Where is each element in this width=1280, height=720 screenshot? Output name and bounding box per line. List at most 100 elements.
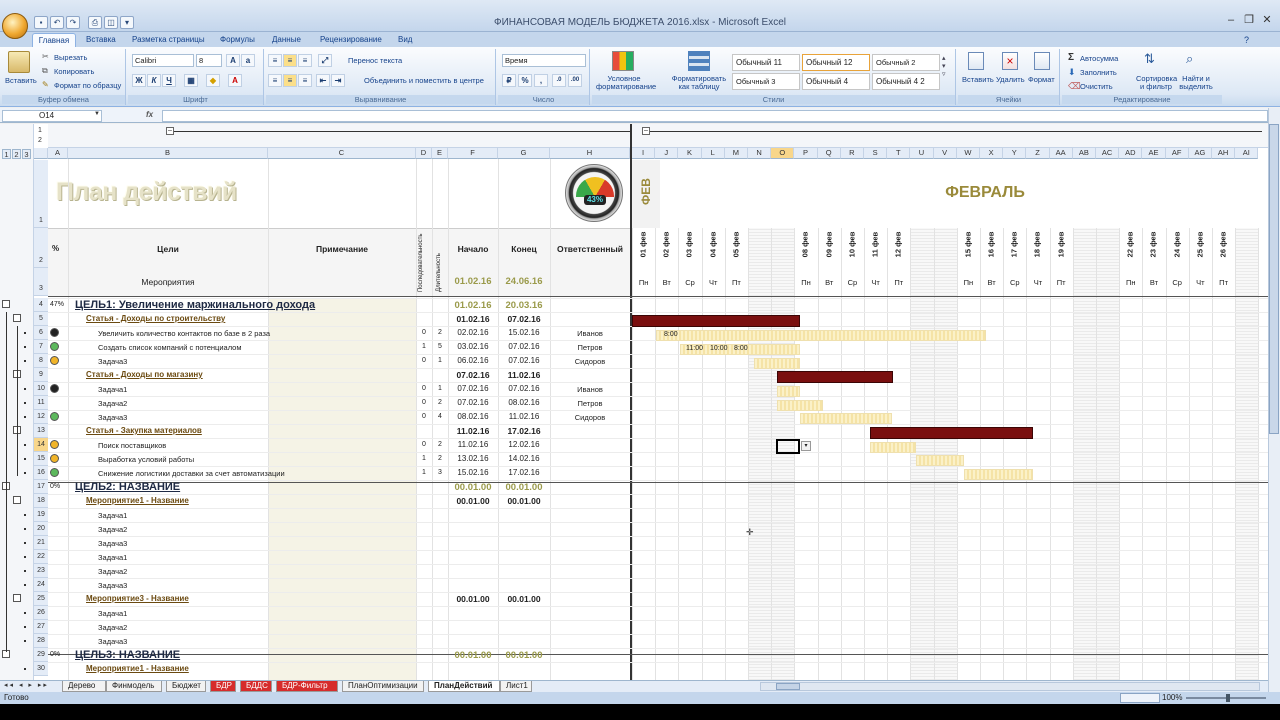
- font-name-select[interactable]: Calibri: [132, 54, 194, 67]
- task-title[interactable]: Увеличить количество контактов по базе в…: [98, 329, 270, 338]
- gantt-bar-article-3[interactable]: [870, 427, 1033, 439]
- increase-indent-icon[interactable]: ⇥: [331, 74, 345, 87]
- formula-input[interactable]: [162, 110, 1268, 122]
- task-title[interactable]: Задача3: [98, 637, 127, 646]
- responsible-person[interactable]: Сидоров: [550, 357, 630, 366]
- column-header-n[interactable]: N: [748, 148, 772, 159]
- copy-button[interactable]: Копировать: [54, 67, 94, 76]
- end-date[interactable]: 00.01.00: [498, 496, 550, 506]
- italic-icon[interactable]: К: [147, 74, 161, 87]
- gantt-bar-task-15[interactable]: [916, 455, 964, 466]
- active-cell[interactable]: [776, 439, 800, 454]
- column-header-c[interactable]: C: [268, 148, 416, 159]
- task-title[interactable]: Задача1: [98, 609, 127, 618]
- name-box[interactable]: O14: [2, 110, 102, 122]
- row-header[interactable]: 4: [34, 298, 48, 312]
- column-header-ai[interactable]: AI: [1235, 148, 1259, 159]
- end-date[interactable]: 15.02.16: [498, 328, 550, 337]
- style-normal-2[interactable]: Обычный 2: [872, 54, 940, 71]
- office-button[interactable]: [2, 13, 28, 39]
- task-title[interactable]: Задача3: [98, 581, 127, 590]
- article-title[interactable]: Статья - Доходы по строительству: [86, 314, 225, 323]
- collapse-gantt-icon[interactable]: –: [642, 127, 650, 135]
- collapse-group-icon[interactable]: [13, 496, 21, 504]
- help-icon[interactable]: ?: [1244, 35, 1249, 45]
- merge-center-button[interactable]: Объединить и поместить в центре: [364, 76, 484, 85]
- column-header-e[interactable]: E: [432, 148, 448, 159]
- duration-value[interactable]: 1: [432, 385, 448, 392]
- row-header[interactable]: 25: [34, 592, 48, 606]
- currency-icon[interactable]: ₽: [502, 74, 516, 87]
- article-title[interactable]: Мероприятие1 - Название: [86, 664, 189, 673]
- start-date[interactable]: 11.02.16: [448, 440, 498, 449]
- column-header-s[interactable]: S: [864, 148, 888, 159]
- outline-level-3-button[interactable]: 3: [22, 149, 31, 159]
- collapse-group-icon[interactable]: [13, 594, 21, 602]
- start-date[interactable]: 01.02.16: [448, 314, 498, 324]
- cell-dropdown-icon[interactable]: ▾: [801, 441, 811, 451]
- sequence-value[interactable]: 0: [416, 413, 432, 420]
- style-normal-4[interactable]: Обычный 4: [802, 73, 870, 90]
- column-header-ab[interactable]: AB: [1072, 148, 1096, 159]
- task-title[interactable]: Поиск поставщиков: [98, 441, 166, 450]
- task-title[interactable]: Задача3: [98, 413, 127, 422]
- insert-cells-button[interactable]: Вставить: [962, 75, 994, 84]
- sheet-tab[interactable]: Финмодель: [106, 681, 162, 692]
- article-title[interactable]: Статья - Закупка материалов: [86, 426, 202, 435]
- duration-value[interactable]: 1: [432, 357, 448, 364]
- style-normal-12[interactable]: Обычный 12: [802, 54, 870, 71]
- end-date[interactable]: 14.02.16: [498, 454, 550, 463]
- responsible-person[interactable]: Сидоров: [550, 413, 630, 422]
- responsible-person[interactable]: Иванов: [550, 329, 630, 338]
- maximize-icon[interactable]: ❐: [1240, 14, 1258, 28]
- increase-decimal-icon[interactable]: .0: [552, 74, 566, 87]
- responsible-person[interactable]: Петров: [550, 343, 630, 352]
- task-title[interactable]: Задача3: [98, 539, 127, 548]
- column-header-o[interactable]: O: [771, 148, 795, 159]
- goal-title[interactable]: ЦЕЛЬ1: Увеличение маржинального дохода: [75, 299, 315, 311]
- end-date[interactable]: 00.01.00: [498, 650, 550, 661]
- outline-level-1-button[interactable]: 1: [2, 149, 11, 159]
- col-outline-level-2[interactable]: 2: [38, 137, 42, 144]
- cut-button[interactable]: Вырезать: [54, 53, 87, 62]
- column-header-y[interactable]: Y: [1003, 148, 1027, 159]
- align-middle-icon[interactable]: ≡: [283, 54, 297, 67]
- sheet-tab[interactable]: Дерево: [62, 681, 106, 692]
- preview-icon[interactable]: ◫: [104, 16, 118, 29]
- column-header-k[interactable]: K: [678, 148, 702, 159]
- end-date[interactable]: 00.01.00: [498, 482, 550, 493]
- row-header[interactable]: 21: [34, 536, 48, 550]
- print-icon[interactable]: ⎙: [88, 16, 102, 29]
- row-header[interactable]: 16: [34, 466, 48, 480]
- column-header-f[interactable]: F: [448, 148, 498, 159]
- row-header[interactable]: 30: [34, 662, 48, 676]
- task-title[interactable]: Задача1: [98, 553, 127, 562]
- gantt-bar-task-11[interactable]: [777, 400, 823, 411]
- delete-cells-button[interactable]: Удалить: [996, 75, 1025, 84]
- start-date[interactable]: 13.02.16: [448, 454, 498, 463]
- gantt-bar-task-16[interactable]: [964, 469, 1033, 480]
- row-header[interactable]: 26: [34, 606, 48, 620]
- column-header-ac[interactable]: AC: [1096, 148, 1120, 159]
- horizontal-scroll-thumb[interactable]: [776, 683, 800, 690]
- end-date[interactable]: 20.03.16: [498, 300, 550, 311]
- vertical-scroll-thumb[interactable]: [1269, 124, 1279, 434]
- style-normal-11[interactable]: Обычный 11: [732, 54, 800, 71]
- task-title[interactable]: Задача2: [98, 399, 127, 408]
- row-header[interactable]: 18: [34, 494, 48, 508]
- column-header-g[interactable]: G: [498, 148, 550, 159]
- align-bottom-icon[interactable]: ≡: [298, 54, 312, 67]
- end-date[interactable]: 08.02.16: [498, 398, 550, 407]
- gantt-bar-task-6[interactable]: [656, 330, 986, 341]
- redo-icon[interactable]: ↷: [66, 16, 80, 29]
- sheet-tab[interactable]: БДР: [210, 681, 236, 692]
- style-normal-4-2[interactable]: Обычный 4 2: [872, 73, 940, 90]
- customize-qat-icon[interactable]: ▾: [120, 16, 134, 29]
- collapse-group-icon[interactable]: [13, 314, 21, 322]
- row-header[interactable]: 28: [34, 634, 48, 648]
- column-header-h[interactable]: H: [550, 148, 630, 159]
- sheet-tab[interactable]: БДДС: [240, 681, 272, 692]
- start-date[interactable]: 00.01.00: [448, 482, 498, 493]
- task-title[interactable]: Задача3: [98, 357, 127, 366]
- start-date[interactable]: 03.02.16: [448, 342, 498, 351]
